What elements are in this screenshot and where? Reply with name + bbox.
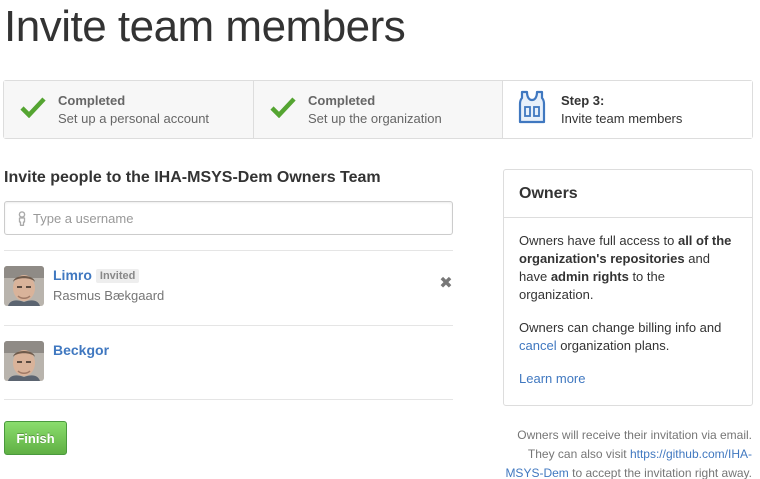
step-2-title: Completed	[308, 93, 376, 108]
learn-more-link[interactable]: Learn more	[519, 371, 585, 386]
owners-info-box: Owners Owners have full access to all of…	[503, 169, 753, 406]
owners-text-bold: admin rights	[550, 269, 629, 284]
invite-heading: Invite people to the IHA-MSYS-Dem Owners…	[4, 169, 381, 186]
member-username[interactable]: Beckgor	[53, 342, 109, 358]
owners-access-paragraph: Owners have full access to all of the or…	[519, 232, 737, 304]
page-title: Invite team members	[4, 2, 406, 51]
step-1: Completed Set up a personal account	[4, 81, 254, 138]
avatar	[4, 266, 44, 306]
owners-box-body: Owners have full access to all of the or…	[504, 218, 752, 388]
jersey-icon	[518, 90, 546, 124]
remove-member-icon[interactable]: ✖	[439, 276, 453, 292]
member-username-link[interactable]: Limro	[53, 267, 92, 283]
setup-steps: Completed Set up a personal account Comp…	[3, 80, 753, 139]
finish-button[interactable]: Finish	[4, 421, 67, 455]
owners-text: Owners have full access to	[519, 233, 678, 248]
person-icon	[18, 211, 26, 226]
checkmark-icon	[20, 97, 46, 118]
checkmark-icon	[270, 97, 296, 118]
notice-text: to accept the invitation right away.	[568, 466, 752, 479]
member-username[interactable]: Limro Invited	[53, 267, 140, 283]
step-2-description: Set up the organization	[308, 111, 442, 126]
step-3-title: Step 3:	[561, 93, 605, 108]
username-search-box[interactable]	[4, 201, 453, 235]
invited-badge: Invited	[95, 269, 140, 283]
cancel-link[interactable]: cancel	[519, 338, 557, 353]
step-1-title: Completed	[58, 93, 126, 108]
step-2: Completed Set up the organization	[254, 81, 503, 138]
username-input[interactable]	[33, 202, 443, 234]
member-row: Beckgor	[4, 325, 453, 400]
step-3: Step 3: Invite team members	[503, 81, 752, 138]
learn-more-paragraph: Learn more	[519, 370, 737, 388]
step-3-description: Invite team members	[561, 111, 683, 126]
owners-box-title: Owners	[504, 170, 752, 218]
owners-text: Owners can change billing info and	[519, 320, 722, 335]
step-1-description: Set up a personal account	[58, 111, 210, 126]
owners-billing-paragraph: Owners can change billing info and cance…	[519, 319, 737, 355]
member-row: Limro Invited Rasmus Bækgaard ✖	[4, 250, 453, 325]
avatar	[4, 341, 44, 381]
member-full-name: Rasmus Bækgaard	[53, 288, 165, 303]
member-list: Limro Invited Rasmus Bækgaard ✖ Beckgor	[4, 250, 453, 400]
invitation-notice: Owners will receive their invitation via…	[492, 426, 752, 479]
owners-text: organization plans.	[556, 338, 670, 353]
member-username-link[interactable]: Beckgor	[53, 342, 109, 358]
